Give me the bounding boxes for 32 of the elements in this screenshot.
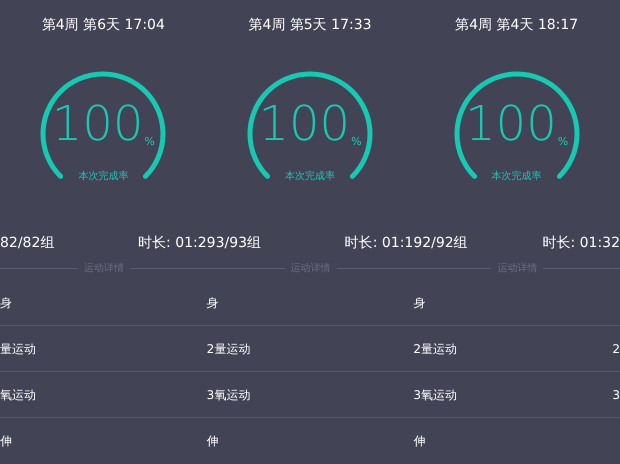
exercise-name: 3氧运动 (413, 386, 457, 404)
duration-label: 时长: 01:32 (542, 234, 620, 252)
completion-value: 100 (465, 100, 557, 148)
session-header: 第4周 第5天 17:33 (248, 16, 372, 34)
sets-count: 92/92组 (413, 234, 469, 252)
exercise-name: 氧运动 (0, 386, 36, 404)
exercise-name: 伸 (0, 433, 12, 450)
duration-label: 时长: 01:1 (344, 234, 414, 252)
completion-value: 100 (258, 100, 350, 148)
percent-unit: % (351, 136, 362, 147)
completion-value: 100 (52, 100, 144, 148)
exercise-name: 2 (612, 340, 620, 358)
gauge-caption: 本次完成率 (492, 172, 542, 182)
session-header: 第4周 第6天 17:04 (42, 16, 165, 34)
exercise-name: 身 (413, 294, 426, 312)
session-header: 第4周 第4天 18:17 (455, 16, 578, 34)
percent-unit: % (558, 136, 568, 147)
gauge-caption: 本次完成率 (284, 172, 335, 182)
percent-unit: % (144, 136, 155, 147)
exercise-name: 2量运动 (413, 340, 457, 358)
sets-count: 82/82组 (0, 234, 56, 252)
exercise-name: 量运动 (0, 340, 36, 358)
gauge-caption: 本次完成率 (78, 172, 128, 182)
exercise-name: 3 (612, 386, 620, 404)
exercise-name: 身 (0, 294, 12, 312)
exercise-name: 2量运动 (206, 340, 250, 358)
duration-label: 时长: 01:2 (138, 234, 207, 252)
exercise-name: 3氧运动 (206, 386, 250, 404)
exercise-name: 伸 (413, 433, 426, 450)
sets-count: 93/93组 (206, 234, 262, 252)
exercise-name: 身 (206, 294, 219, 312)
exercise-name: 伸 (206, 433, 219, 450)
